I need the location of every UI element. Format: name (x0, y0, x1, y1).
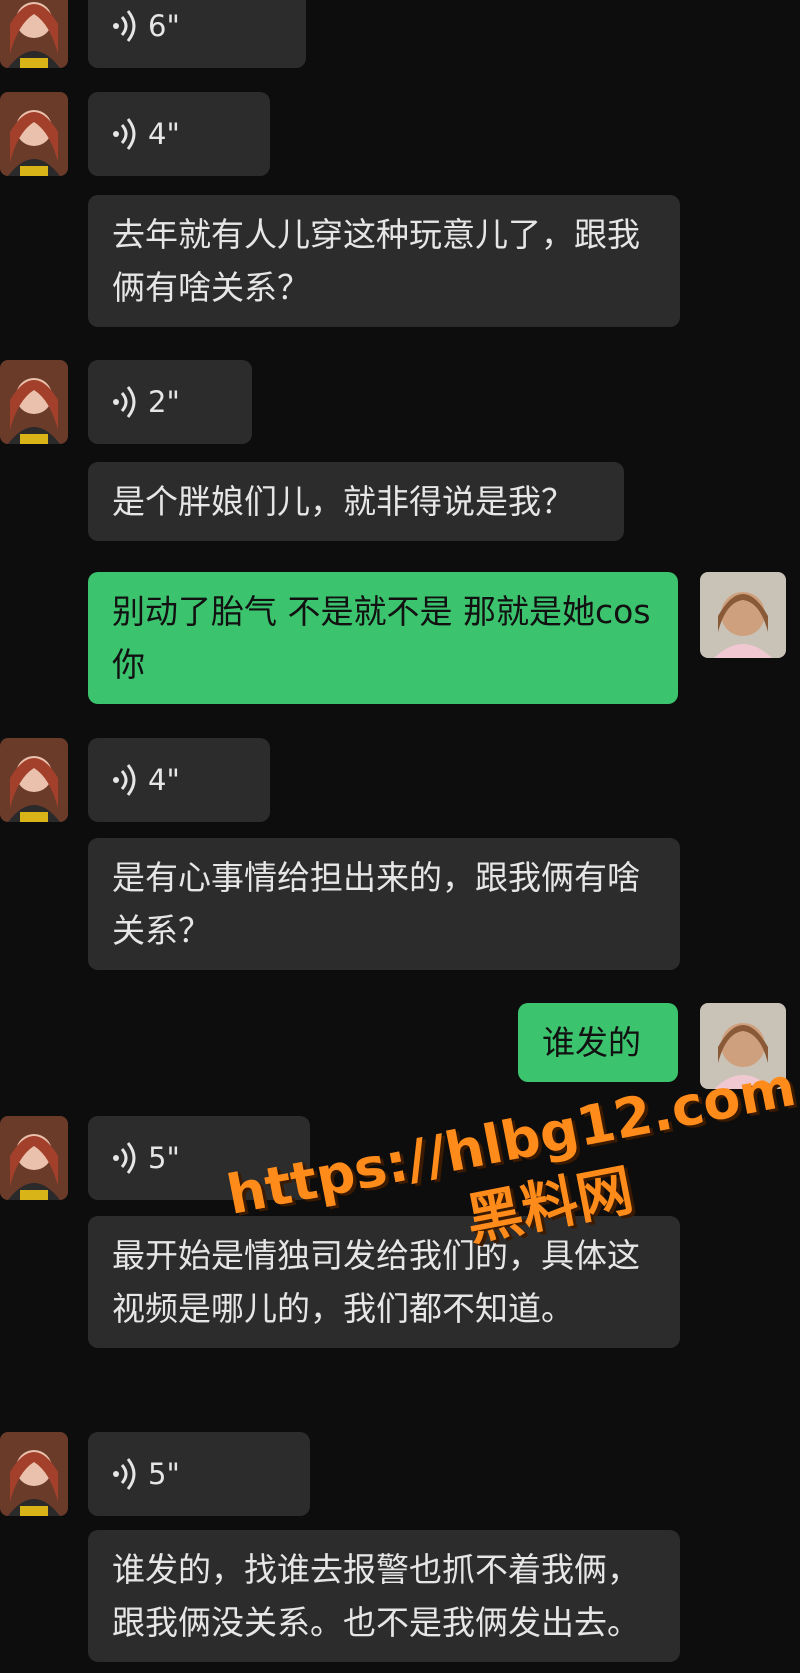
voice-duration: 4" (148, 763, 180, 797)
text-message[interactable]: 最开始是情独司发给我们的，具体这视频是哪儿的，我们都不知道。 (88, 1216, 680, 1348)
contact-avatar[interactable] (0, 738, 68, 822)
voice-message[interactable]: 4" (88, 92, 270, 176)
text-message[interactable]: 是个胖娘们儿，就非得说是我？ (88, 462, 624, 541)
voice-message[interactable]: 4" (88, 738, 270, 822)
my-text-message[interactable]: 别动了胎气 不是就不是 那就是她cos 你 (88, 572, 678, 704)
contact-avatar[interactable] (0, 360, 68, 444)
contact-avatar[interactable] (0, 1432, 68, 1516)
my-text-message[interactable]: 谁发的 (518, 1003, 678, 1082)
chat-window: 6" 4" 去年就有人儿穿这种玩意儿了，跟我俩有啥关系？ 2" 是个胖娘们儿，就… (0, 0, 800, 1673)
voice-wave-icon (110, 9, 140, 43)
self-avatar[interactable] (700, 572, 786, 658)
voice-wave-icon (110, 117, 140, 151)
voice-message[interactable]: 2" (88, 360, 252, 444)
voice-wave-icon (110, 385, 140, 419)
voice-message[interactable]: 6" (88, 0, 306, 68)
voice-message[interactable]: 5" (88, 1116, 310, 1200)
voice-duration: 5" (148, 1457, 180, 1491)
text-message[interactable]: 是有心事情给担出来的，跟我俩有啥关系？ (88, 838, 680, 970)
voice-duration: 5" (148, 1141, 180, 1175)
text-message[interactable]: 去年就有人儿穿这种玩意儿了，跟我俩有啥关系？ (88, 195, 680, 327)
voice-wave-icon (110, 763, 140, 797)
text-message[interactable]: 谁发的，找谁去报警也抓不着我俩，跟我俩没关系。也不是我俩发出去。 (88, 1530, 680, 1662)
voice-duration: 2" (148, 385, 180, 419)
contact-avatar[interactable] (0, 1116, 68, 1200)
self-avatar[interactable] (700, 1003, 786, 1089)
voice-message[interactable]: 5" (88, 1432, 310, 1516)
voice-wave-icon (110, 1457, 140, 1491)
contact-avatar[interactable] (0, 92, 68, 176)
voice-duration: 6" (148, 9, 180, 43)
voice-duration: 4" (148, 117, 180, 151)
contact-avatar[interactable] (0, 0, 68, 68)
voice-wave-icon (110, 1141, 140, 1175)
